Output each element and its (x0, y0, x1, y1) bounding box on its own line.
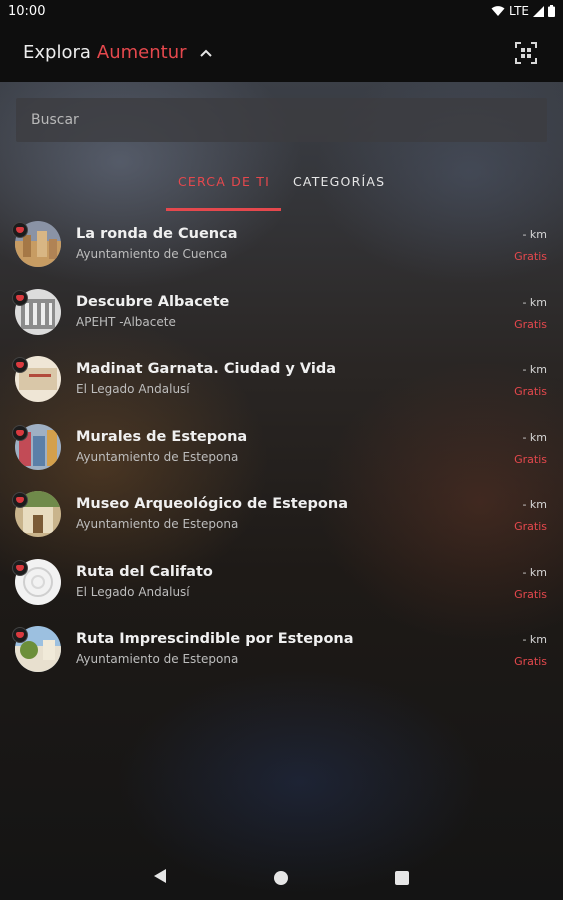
app-title-brand: Aumentur (96, 42, 187, 63)
wifi-icon (491, 6, 505, 16)
item-distance: - km (522, 430, 547, 444)
list-item[interactable]: Ruta del Califato El Legado Andalusí - k… (0, 550, 563, 617)
app-bar: Explora Aumentur (0, 24, 563, 82)
list-item[interactable]: Museo Arqueológico de Estepona Ayuntamie… (0, 482, 563, 549)
item-title: Ruta Imprescindible por Estepona (76, 631, 354, 647)
item-subtitle: APEHT -Albacete (76, 314, 176, 329)
item-distance: - km (522, 498, 547, 511)
item-price: Gratis (514, 317, 547, 331)
item-distance: - km (522, 295, 547, 309)
category-badge-icon (12, 424, 28, 441)
back-icon[interactable] (153, 868, 167, 884)
item-title: Descubre Albacete (76, 293, 230, 310)
item-subtitle: Ayuntamiento de Estepona (76, 517, 239, 531)
list-item[interactable]: Ruta Imprescindible por Estepona Ayuntam… (0, 617, 563, 684)
recents-icon[interactable] (395, 871, 409, 885)
status-icons: LTE (491, 4, 555, 18)
list-item[interactable]: La ronda de Cuenca Ayuntamiento de Cuenc… (0, 212, 563, 279)
list-item[interactable]: Descubre Albacete APEHT -Albacete - km G… (0, 280, 563, 347)
item-price: Gratis (514, 452, 547, 466)
item-price: Gratis (514, 587, 547, 601)
home-icon[interactable] (274, 871, 288, 885)
item-title: Museo Arqueológico de Estepona (76, 496, 348, 512)
item-title: Murales de Estepona (76, 428, 248, 445)
item-distance: - km (522, 228, 547, 241)
item-distance: - km (522, 363, 547, 376)
item-subtitle: Ayuntamiento de Estepona (76, 449, 239, 464)
tab-cerca-de-ti[interactable]: CERCA DE TI (178, 174, 270, 189)
category-badge-icon (12, 627, 28, 643)
network-type: LTE (509, 4, 529, 18)
category-badge-icon (12, 289, 28, 306)
active-tab-indicator (166, 208, 281, 211)
list-item[interactable]: Murales de Estepona Ayuntamiento de Este… (0, 415, 563, 482)
item-price: Gratis (514, 385, 547, 398)
item-price: Gratis (514, 520, 547, 533)
tab-bar: CERCA DE TI CATEGORÍAS (0, 160, 563, 212)
item-title: Ruta del Califato (76, 563, 213, 580)
system-nav-bar (0, 854, 563, 900)
item-subtitle: Ayuntamiento de Cuenca (76, 247, 228, 261)
status-time: 10:00 (8, 4, 46, 19)
qr-scan-icon[interactable] (515, 42, 537, 64)
category-badge-icon (12, 559, 28, 576)
search-input[interactable] (16, 98, 547, 142)
battery-icon (548, 5, 555, 17)
item-price: Gratis (514, 250, 547, 263)
search-bar[interactable] (16, 98, 547, 142)
signal-icon (533, 5, 544, 17)
category-badge-icon (12, 357, 28, 373)
item-distance: - km (522, 565, 547, 579)
list-item[interactable]: Madinat Garnata. Ciudad y Vida El Legado… (0, 347, 563, 414)
chevron-up-icon[interactable] (199, 46, 213, 60)
item-subtitle: El Legado Andalusí (76, 382, 190, 396)
item-subtitle: Ayuntamiento de Estepona (76, 652, 239, 666)
status-bar: 10:00 LTE (0, 0, 563, 24)
item-price: Gratis (514, 655, 547, 668)
item-title: La ronda de Cuenca (76, 226, 238, 242)
app-title-prefix: Explora (23, 42, 91, 63)
category-badge-icon (12, 492, 28, 508)
item-distance: - km (522, 633, 547, 646)
tab-categorias[interactable]: CATEGORÍAS (293, 174, 385, 189)
item-title: Madinat Garnata. Ciudad y Vida (76, 361, 336, 377)
app-title[interactable]: Explora Aumentur (23, 42, 213, 63)
item-subtitle: El Legado Andalusí (76, 584, 190, 599)
category-badge-icon (12, 222, 28, 238)
